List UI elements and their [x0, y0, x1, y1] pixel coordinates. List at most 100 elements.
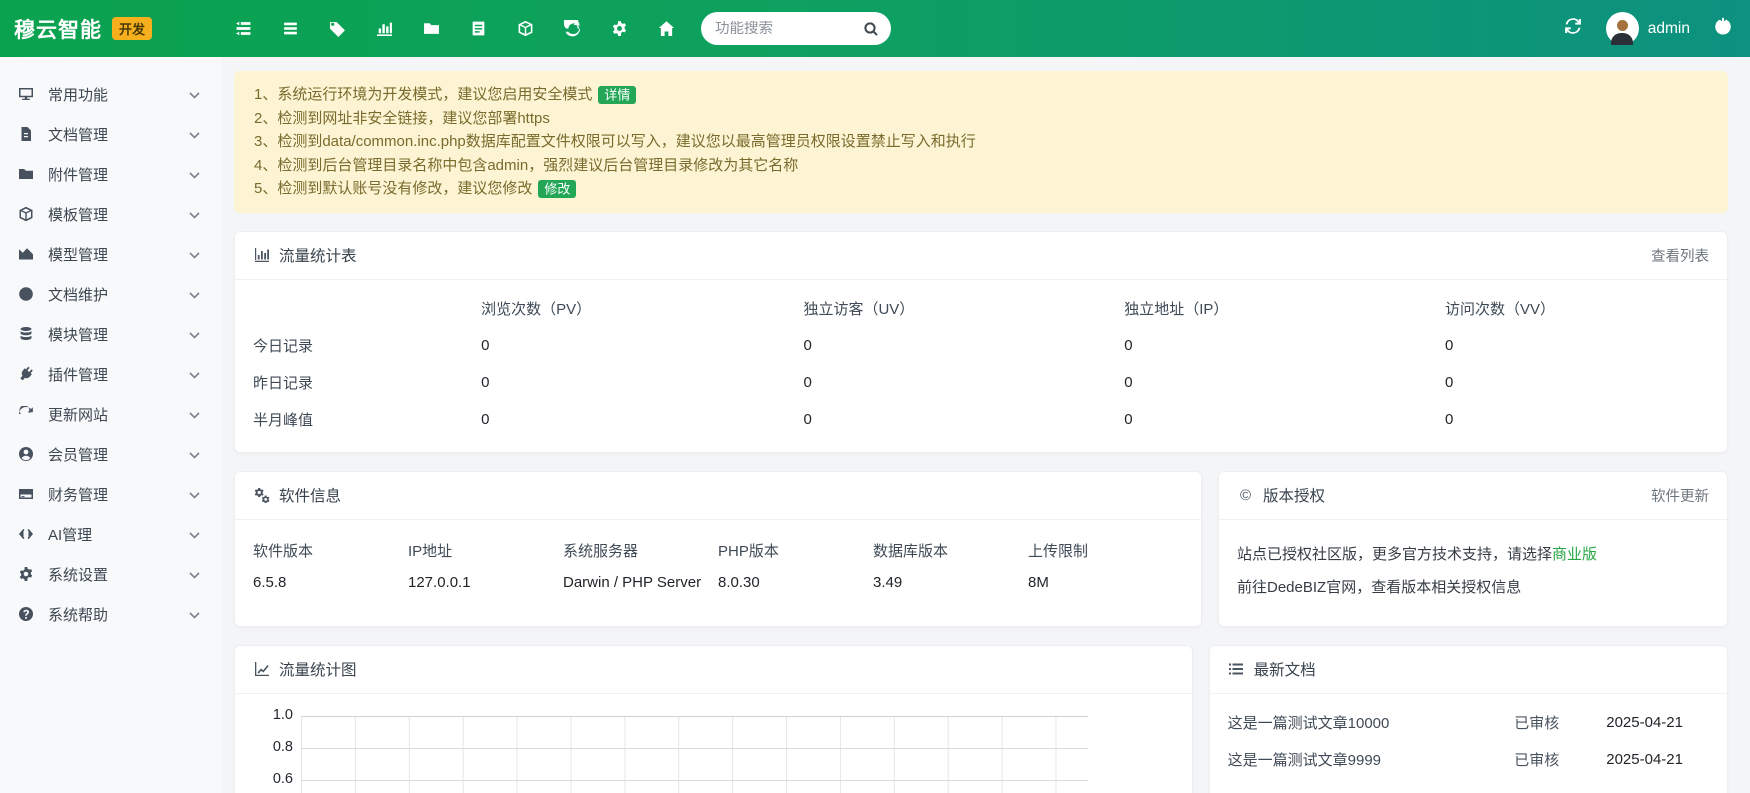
gear-icon[interactable] — [610, 20, 628, 38]
function-search[interactable] — [701, 12, 891, 45]
commercial-version-link[interactable]: 商业版 — [1552, 546, 1597, 563]
sidebar-item-label: 会员管理 — [48, 444, 108, 465]
y-axis-tick: 0.6 — [251, 771, 293, 787]
column-header: 独立访客（UV） — [803, 290, 1124, 327]
chevron-down-icon — [189, 206, 200, 223]
notice-text: 3、检测到data/common.inc.php数据库配置文件权限可以写入，建议… — [254, 133, 976, 150]
chevron-down-icon — [189, 126, 200, 143]
home-icon[interactable] — [657, 20, 675, 38]
license-text: 站点已授权社区版，更多官方技术支持，请选择 — [1237, 546, 1552, 563]
modify-badge[interactable]: 修改 — [538, 180, 576, 198]
sidebar-item-label: 文档管理 — [48, 124, 108, 145]
tag-icon[interactable] — [328, 20, 346, 38]
list-item: 这是一篇测试文章10000 已审核 2025-04-21 — [1210, 704, 1727, 741]
info-field: 系统服务器 Darwin / PHP Server — [563, 540, 718, 591]
traffic-chart: 1.0 0.8 0.6 — [235, 694, 1192, 793]
view-list-link[interactable]: 查看列表 — [1651, 245, 1709, 266]
folder-icon[interactable] — [422, 20, 440, 38]
field-value: 3.49 — [873, 574, 1028, 591]
software-update-link[interactable]: 软件更新 — [1651, 485, 1709, 506]
notice-line: 2、检测到网址非安全链接，建议您部署https — [254, 107, 1708, 131]
sidebar-item-module-management[interactable]: 模块管理 — [0, 314, 222, 354]
doc-date: 2025-04-21 — [1606, 714, 1683, 731]
cell-value: 0 — [1445, 327, 1727, 364]
card-title: 版本授权 — [1263, 484, 1325, 506]
bar-chart-icon — [253, 247, 270, 264]
license-line: 站点已授权社区版，更多官方技术支持，请选择商业版 — [1237, 538, 1709, 571]
code-icon — [17, 525, 35, 543]
sidebar-item-system-help[interactable]: 系统帮助 — [0, 594, 222, 634]
field-value: 127.0.0.1 — [408, 574, 563, 591]
plug-icon — [17, 365, 35, 383]
doc-status: 已审核 — [1514, 712, 1606, 733]
doc-title-link[interactable]: 这是一篇测试文章10000 — [1228, 712, 1515, 733]
latest-docs-card: 最新文档 这是一篇测试文章10000 已审核 2025-04-21 这是一篇测试… — [1209, 645, 1728, 793]
avatar[interactable] — [1606, 12, 1639, 45]
database-icon — [17, 325, 35, 343]
cell-value: 0 — [481, 401, 803, 438]
table-row: 今日记录 0 0 0 0 — [235, 327, 1727, 364]
gears-icon — [253, 487, 270, 504]
column-header: 访问次数（VV） — [1445, 290, 1727, 327]
field-value: 8M — [1028, 574, 1183, 591]
field-label: PHP版本 — [718, 540, 873, 561]
sidebar-item-update-site[interactable]: 更新网站 — [0, 394, 222, 434]
chevron-down-icon — [189, 286, 200, 303]
sidebar-item-ai-management[interactable]: AI管理 — [0, 514, 222, 554]
sidebar-item-member-management[interactable]: 会员管理 — [0, 434, 222, 474]
sidebar-item-model-management[interactable]: 模型管理 — [0, 234, 222, 274]
bar-chart-icon[interactable] — [375, 20, 393, 38]
sidebar-item-common-functions[interactable]: 常用功能 — [0, 74, 222, 114]
chart-grid — [301, 716, 1088, 793]
cube-icon — [17, 205, 35, 223]
cell-value: 0 — [1445, 401, 1727, 438]
chevron-down-icon — [189, 526, 200, 543]
search-input[interactable] — [715, 21, 863, 37]
field-value: 6.5.8 — [253, 574, 408, 591]
form-icon[interactable] — [469, 20, 487, 38]
field-label: 数据库版本 — [873, 540, 1028, 561]
sidebar-item-system-settings[interactable]: 系统设置 — [0, 554, 222, 594]
desktop-icon — [17, 85, 35, 103]
y-axis-tick: 1.0 — [251, 707, 293, 723]
power-icon[interactable] — [1714, 17, 1732, 40]
cell-value: 0 — [803, 327, 1124, 364]
sidebar-item-label: 更新网站 — [48, 404, 108, 425]
license-line: 前往DedeBIZ官网，查看版本相关授权信息 — [1237, 571, 1709, 604]
stream-icon[interactable] — [234, 20, 252, 38]
menu-icon[interactable] — [281, 20, 299, 38]
y-axis-tick: 0.8 — [251, 739, 293, 755]
notice-line: 5、检测到默认账号没有修改，建议您修改修改 — [254, 177, 1708, 201]
row-label: 半月峰值 — [235, 401, 481, 438]
user-icon — [17, 445, 35, 463]
security-notice: 1、系统运行环境为开发模式，建议您启用安全模式详情 2、检测到网址非安全链接，建… — [234, 71, 1728, 213]
traffic-stats-card: 流量统计表 查看列表 浏览次数（PV） 独立访客（UV） 独立地址（IP） 访问… — [234, 231, 1728, 453]
sidebar-item-plugin-management[interactable]: 插件管理 — [0, 354, 222, 394]
sidebar: 常用功能 文档管理 附件管理 模板管理 模型管理 文档维护 — [0, 57, 222, 793]
user-menu[interactable]: admin — [1606, 12, 1690, 45]
sidebar-item-attachment-management[interactable]: 附件管理 — [0, 154, 222, 194]
sidebar-item-label: 模块管理 — [48, 324, 108, 345]
sidebar-item-document-maintenance[interactable]: 文档维护 — [0, 274, 222, 314]
refresh-icon[interactable] — [1564, 17, 1582, 40]
cell-value: 0 — [1124, 364, 1445, 401]
row-label: 今日记录 — [235, 327, 481, 364]
info-field: 软件版本 6.5.8 — [253, 540, 408, 591]
chevron-down-icon — [189, 86, 200, 103]
notice-line: 1、系统运行环境为开发模式，建议您启用安全模式详情 — [254, 83, 1708, 107]
sync-icon[interactable] — [563, 20, 581, 38]
card-title: 软件信息 — [279, 484, 341, 506]
cube-icon[interactable] — [516, 20, 534, 38]
software-info-card: 软件信息 软件版本 6.5.8 IP地址 127.0.0.1 系统服务器 Dar… — [234, 471, 1202, 627]
traffic-table-header-row: 浏览次数（PV） 独立访客（UV） 独立地址（IP） 访问次数（VV） — [235, 290, 1727, 327]
sidebar-item-document-management[interactable]: 文档管理 — [0, 114, 222, 154]
search-icon[interactable] — [863, 21, 879, 37]
card-title: 最新文档 — [1254, 658, 1316, 680]
sidebar-item-finance-management[interactable]: 财务管理 — [0, 474, 222, 514]
sidebar-item-label: AI管理 — [48, 524, 92, 545]
username: admin — [1648, 20, 1690, 38]
doc-date: 2025-04-21 — [1606, 751, 1683, 768]
sidebar-item-template-management[interactable]: 模板管理 — [0, 194, 222, 234]
detail-badge[interactable]: 详情 — [598, 86, 636, 104]
doc-title-link[interactable]: 这是一篇测试文章9999 — [1228, 749, 1515, 770]
